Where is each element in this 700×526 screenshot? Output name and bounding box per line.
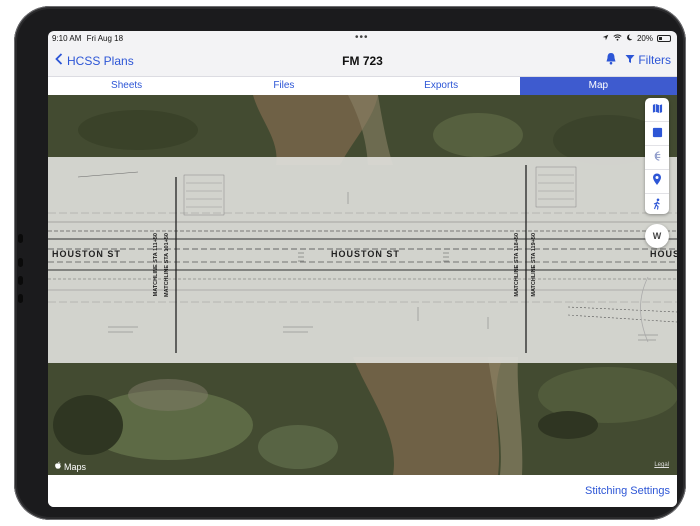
location-pin-icon bbox=[652, 173, 662, 191]
location-arrow-icon bbox=[602, 34, 609, 43]
status-time-date: 9:10 AM Fri Aug 18 bbox=[52, 34, 123, 43]
bell-icon[interactable] bbox=[605, 52, 617, 68]
maps-attribution: Maps bbox=[54, 461, 86, 472]
square-icon bbox=[652, 125, 663, 143]
multitask-dots-icon[interactable]: ••• bbox=[355, 32, 369, 43]
layers-button[interactable] bbox=[645, 146, 669, 170]
map-mode-button[interactable] bbox=[645, 98, 669, 122]
nav-actions: Filters bbox=[605, 52, 671, 68]
legal-link[interactable]: Legal bbox=[654, 462, 669, 468]
square-button[interactable] bbox=[645, 122, 669, 146]
battery-icon bbox=[657, 35, 671, 42]
side-sensor-dot bbox=[18, 294, 23, 303]
matchline-label: MATCHLINE STA 111+50 bbox=[153, 233, 159, 297]
stitching-settings-button[interactable]: Stitching Settings bbox=[585, 485, 670, 497]
status-time: 9:10 AM bbox=[52, 34, 82, 43]
layers-icon bbox=[652, 149, 663, 167]
matchline-label: MATCHLINE STA 118+50 bbox=[514, 233, 520, 297]
map-controls bbox=[645, 98, 669, 214]
maps-brand-label: Maps bbox=[64, 461, 87, 472]
battery-percent: 20% bbox=[636, 34, 653, 43]
filters-label: Filters bbox=[638, 53, 671, 67]
tab-map[interactable]: Map bbox=[519, 77, 677, 95]
status-bar: 9:10 AM Fri Aug 18 ••• 20% bbox=[48, 31, 677, 48]
bottom-toolbar: Stitching Settings bbox=[48, 475, 677, 507]
matchline-label: MATCHLINE STA 101+50 bbox=[164, 233, 170, 297]
tab-exports[interactable]: Exports bbox=[363, 77, 520, 95]
location-button[interactable] bbox=[645, 170, 669, 194]
street-label-right: HOUS bbox=[650, 249, 677, 259]
page-title: FM 723 bbox=[342, 54, 383, 68]
tab-sheets[interactable]: Sheets bbox=[48, 77, 205, 95]
ipad-frame: 9:10 AM Fri Aug 18 ••• 20% HCSS Plans FM… bbox=[14, 6, 686, 520]
status-indicators: 20% bbox=[602, 34, 671, 43]
plan-linework bbox=[48, 165, 677, 353]
plan-sheet-overlay: HOUSTON ST HOUSTON ST HOUS MATCHLINE STA… bbox=[48, 157, 677, 363]
compass-button[interactable]: W bbox=[645, 224, 669, 248]
side-sensor-dot bbox=[18, 258, 23, 267]
filters-button[interactable]: Filters bbox=[625, 53, 671, 67]
segmented-tabs: Sheets Files Exports Map bbox=[48, 76, 677, 95]
tab-files[interactable]: Files bbox=[205, 77, 362, 95]
matchline-label: MATCHLINE STA 119+50 bbox=[531, 233, 537, 297]
side-camera-dot bbox=[18, 234, 23, 243]
navigation-bar: HCSS Plans FM 723 Filters bbox=[48, 48, 677, 76]
wifi-icon bbox=[613, 34, 622, 43]
app-screen: 9:10 AM Fri Aug 18 ••• 20% HCSS Plans FM… bbox=[48, 31, 677, 507]
street-label-left: HOUSTON ST bbox=[52, 249, 121, 259]
person-walk-icon bbox=[652, 197, 662, 215]
apple-logo-icon bbox=[54, 461, 62, 472]
pedestrian-button[interactable] bbox=[645, 194, 669, 217]
status-date: Fri Aug 18 bbox=[86, 34, 124, 43]
compass-label: W bbox=[652, 231, 662, 241]
side-sensor-dot bbox=[18, 276, 23, 285]
filter-icon bbox=[625, 53, 635, 67]
map-icon bbox=[652, 101, 663, 119]
map-view[interactable]: HOUSTON ST HOUSTON ST HOUS MATCHLINE STA… bbox=[48, 95, 677, 475]
moon-icon bbox=[626, 34, 633, 43]
street-label-center: HOUSTON ST bbox=[331, 249, 400, 259]
